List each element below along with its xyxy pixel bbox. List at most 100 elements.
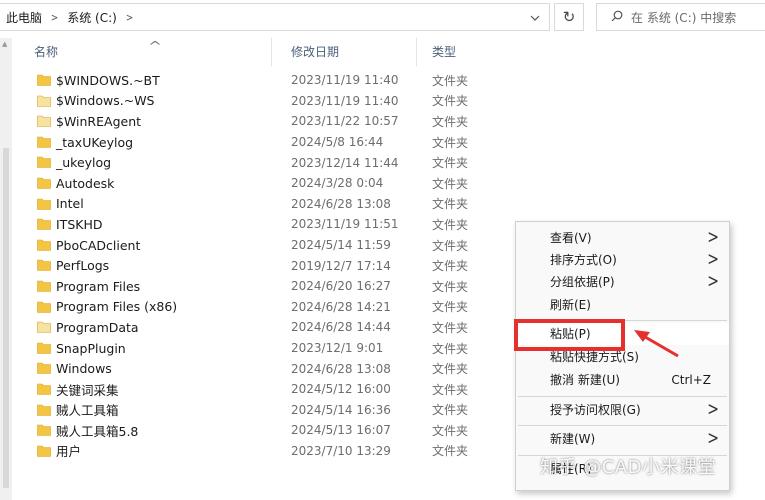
menu-item-view[interactable]: 查看(V) > [516, 227, 729, 249]
toolbar: 此电脑 > 系统 (C:) > ↻ 在 系统 (C:) 中搜索 [0, 0, 765, 34]
file-row[interactable]: 贼人工具箱 2024/5/14 16:36 文件夹 [20, 400, 550, 421]
file-type: 文件夹 [432, 423, 469, 438]
folder-icon [37, 238, 51, 251]
file-row[interactable]: ProgramData 2024/6/28 14:44 文件夹 [20, 317, 550, 338]
menu-item-grant-access[interactable]: 授予访问权限(G) > [516, 399, 729, 421]
menu-item-refresh[interactable]: 刷新(E) [516, 294, 729, 316]
file-type: 文件夹 [432, 114, 469, 129]
chevron-right-icon: > [707, 428, 719, 450]
file-name: Intel [56, 196, 84, 212]
folder-icon [37, 361, 51, 375]
column-headers: 名称 ^ 修改日期 类型 [20, 38, 550, 66]
file-date: 2023/7/10 13:29 [291, 443, 391, 458]
file-type: 文件夹 [432, 362, 469, 377]
column-header-name[interactable]: 名称 ^ [20, 38, 272, 66]
file-row[interactable]: SnapPlugin 2023/12/1 9:01 文件夹 [20, 338, 550, 359]
file-type: 文件夹 [432, 217, 469, 232]
file-date: 2023/12/1 9:01 [291, 341, 384, 356]
folder-icon [37, 155, 51, 169]
file-row[interactable]: PerfLogs 2019/12/7 17:14 文件夹 [20, 255, 550, 276]
file-row[interactable]: _taxUKeylog 2024/5/8 16:44 文件夹 [20, 132, 550, 153]
menu-item-refresh-label: 刷新(E) [550, 298, 591, 312]
file-row[interactable]: 用户 2023/7/10 13:29 文件夹 [20, 441, 550, 462]
file-type: 文件夹 [432, 320, 469, 335]
menu-item-grant-access-label: 授予访问权限(G) [550, 403, 641, 417]
file-row[interactable]: Intel 2024/6/28 13:08 文件夹 [20, 194, 550, 215]
refresh-button[interactable]: ↻ [554, 3, 584, 31]
folder-icon [37, 300, 51, 313]
file-name: $WINDOWS.~BT [56, 72, 160, 88]
file-name: PboCADclient [56, 237, 141, 253]
address-bar[interactable]: 此电脑 > 系统 (C:) > [0, 3, 550, 31]
file-date: 2023/11/22 10:57 [291, 114, 399, 129]
file-name: _ukeylog [56, 155, 112, 171]
file-date: 2024/5/12 16:00 [291, 382, 391, 397]
file-date: 2024/5/8 16:44 [291, 135, 384, 150]
sort-ascending-icon: ^ [147, 39, 163, 53]
folder-icon [37, 176, 51, 189]
menu-item-new[interactable]: 新建(W) > [516, 428, 729, 450]
file-type: 文件夹 [432, 73, 469, 88]
file-row[interactable]: Program Files (x86) 2024/6/28 14:21 文件夹 [20, 297, 550, 318]
file-date: 2024/6/28 13:08 [291, 196, 391, 211]
menu-item-paste-shortcut-label: 粘贴快捷方式(S) [550, 350, 639, 364]
scroll-up-icon[interactable]: ▲ [2, 40, 7, 48]
menu-item-new-label: 新建(W) [550, 432, 596, 446]
file-row[interactable]: $WINDOWS.~BT 2023/11/19 11:40 文件夹 [20, 70, 550, 91]
menu-item-group[interactable]: 分组依据(P) > [516, 271, 729, 293]
menu-item-undo-label: 撤消 新建(U) [550, 373, 620, 387]
file-type: 文件夹 [432, 382, 469, 397]
file-row[interactable]: 贼人工具箱5.8 2024/5/13 16:07 文件夹 [20, 420, 550, 441]
file-name: SnapPlugin [56, 340, 126, 356]
file-name: ITSKHD [56, 216, 103, 232]
address-dropdown-icon[interactable] [526, 9, 544, 27]
watermark: 知乎 @CAD小米课堂 [540, 457, 716, 478]
file-type: 文件夹 [432, 279, 469, 294]
file-type: 文件夹 [432, 259, 469, 274]
file-name: $Windows.~WS [56, 93, 155, 109]
file-date: 2024/6/28 14:44 [291, 320, 391, 335]
file-row[interactable]: $WinREAgent 2023/11/22 10:57 文件夹 [20, 111, 550, 132]
menu-item-sort[interactable]: 排序方式(O) > [516, 249, 729, 271]
navigation-pane-scrollbar[interactable]: ▲ [0, 38, 12, 500]
file-row[interactable]: _ukeylog 2023/12/14 11:44 文件夹 [20, 152, 550, 173]
file-row[interactable]: $Windows.~WS 2023/11/19 11:40 文件夹 [20, 91, 550, 112]
scrollbar-thumb[interactable] [3, 148, 9, 488]
breadcrumb-separator-icon[interactable]: > [51, 11, 58, 24]
file-type: 文件夹 [432, 94, 469, 109]
breadcrumb-drive-c[interactable]: 系统 (C:) [67, 9, 117, 26]
file-name: _taxUKeylog [56, 134, 134, 150]
file-row[interactable]: PboCADclient 2024/5/14 11:59 文件夹 [20, 235, 550, 256]
menu-item-sort-label: 排序方式(O) [550, 253, 617, 267]
breadcrumb-this-pc[interactable]: 此电脑 [6, 9, 42, 26]
file-type: 文件夹 [432, 403, 469, 418]
menu-separator [518, 425, 727, 426]
file-row[interactable]: Autodesk 2024/3/28 0:04 文件夹 [20, 173, 550, 194]
folder-icon [37, 382, 51, 395]
search-input[interactable]: 在 系统 (C:) 中搜索 [631, 9, 736, 26]
file-row[interactable]: Windows 2024/6/28 13:08 文件夹 [20, 358, 550, 379]
file-row[interactable]: Program Files 2024/6/20 16:27 文件夹 [20, 276, 550, 297]
folder-icon [37, 114, 51, 127]
folder-icon [37, 258, 51, 272]
column-header-date[interactable]: 修改日期 [277, 38, 417, 66]
file-date: 2023/11/19 11:40 [291, 93, 399, 108]
folder-icon [37, 403, 51, 416]
file-name: PerfLogs [56, 258, 110, 274]
menu-item-group-label: 分组依据(P) [550, 275, 615, 289]
context-menu: 查看(V) > 排序方式(O) > 分组依据(P) > 刷新(E) 粘贴(P) … [515, 221, 730, 491]
folder-icon [37, 341, 51, 354]
file-date: 2024/6/28 13:08 [291, 361, 391, 376]
file-type: 文件夹 [432, 341, 469, 356]
shortcut-label: Ctrl+Z [671, 373, 711, 387]
column-header-type[interactable]: 类型 [418, 38, 538, 66]
file-row[interactable]: 关键词采集 2024/5/12 16:00 文件夹 [20, 379, 550, 400]
breadcrumb-separator-icon[interactable]: > [126, 11, 133, 24]
file-type: 文件夹 [432, 300, 469, 315]
file-row[interactable]: ITSKHD 2023/11/19 11:51 文件夹 [20, 214, 550, 235]
file-type: 文件夹 [432, 135, 469, 150]
search-box[interactable]: 在 系统 (C:) 中搜索 [596, 3, 765, 31]
column-header-date-label: 修改日期 [291, 45, 340, 59]
file-type: 文件夹 [432, 238, 469, 253]
menu-item-undo-new[interactable]: 撤消 新建(U) Ctrl+Z [516, 369, 729, 391]
